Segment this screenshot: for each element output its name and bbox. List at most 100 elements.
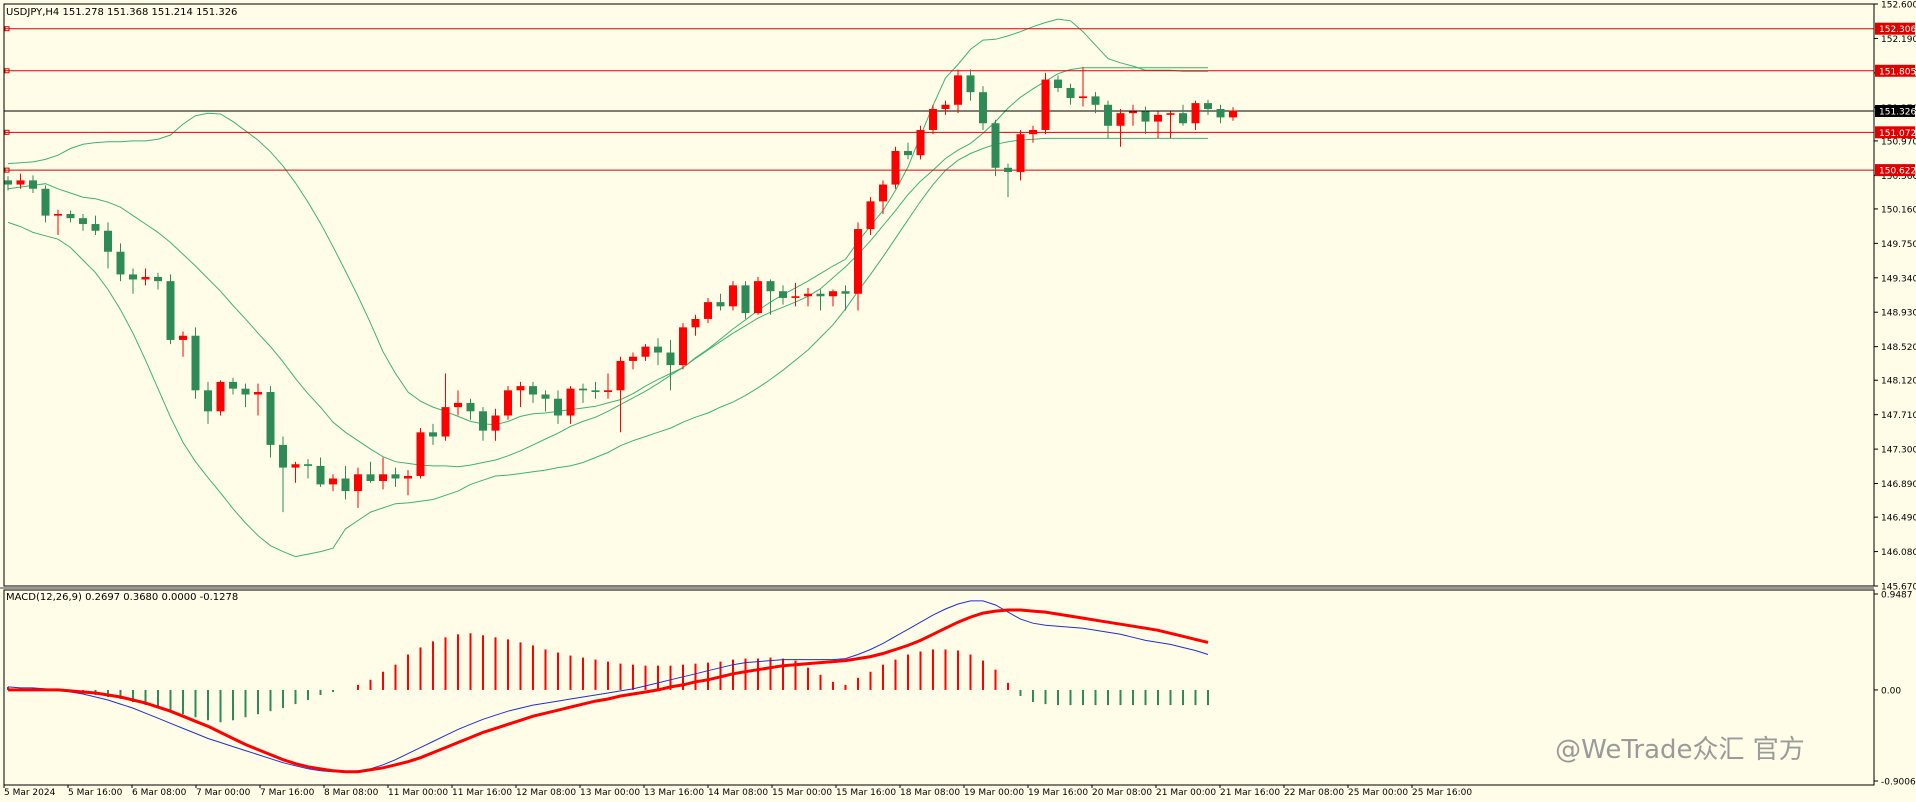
price-tick-label: 146.080 bbox=[1881, 548, 1916, 558]
price-tick-label: 149.340 bbox=[1881, 274, 1916, 284]
candle-bear bbox=[4, 180, 12, 185]
candle-bull bbox=[354, 474, 362, 492]
time-tick-label: 19 Mar 16:00 bbox=[1028, 788, 1088, 798]
candle-bull bbox=[16, 180, 25, 185]
candle-bear bbox=[1004, 167, 1012, 172]
time-tick-label: 25 Mar 00:00 bbox=[1348, 788, 1408, 798]
candle-bear bbox=[966, 75, 975, 93]
price-tick-label: 150.970 bbox=[1881, 137, 1916, 147]
time-tick-label: 12 Mar 08:00 bbox=[516, 788, 576, 798]
candle-bear bbox=[466, 402, 475, 412]
candle-bear bbox=[1054, 79, 1062, 88]
candle-bull bbox=[641, 346, 650, 357]
panel-separator bbox=[0, 587, 1874, 589]
candle-bull bbox=[754, 281, 762, 314]
candle-bear bbox=[1141, 111, 1150, 122]
candle-bull bbox=[804, 293, 812, 297]
time-tick-label: 20 Mar 08:00 bbox=[1092, 788, 1152, 798]
candle-bear bbox=[204, 390, 212, 412]
level-price-label: 151.072 bbox=[1879, 129, 1916, 139]
price-tick-label: 152.190 bbox=[1881, 35, 1916, 45]
candle-bull bbox=[1191, 103, 1200, 124]
time-tick-label: 15 Mar 16:00 bbox=[836, 788, 896, 798]
candle-bear bbox=[716, 302, 725, 307]
price-tick-label: 148.120 bbox=[1881, 377, 1916, 387]
time-tick-label: 14 Mar 08:00 bbox=[708, 788, 768, 798]
candle-bear bbox=[29, 180, 37, 189]
time-tick-label: 21 Mar 00:00 bbox=[1156, 788, 1216, 798]
time-tick-label: 21 Mar 16:00 bbox=[1220, 788, 1280, 798]
candle-bear bbox=[1091, 96, 1100, 105]
candle-bear bbox=[91, 224, 100, 231]
candle-bull bbox=[54, 213, 62, 216]
candle-bull bbox=[516, 386, 525, 391]
macd-header: MACD(12,26,9) 0.2697 0.3680 0.0000 -0.12… bbox=[6, 592, 238, 603]
candle-bull bbox=[704, 302, 712, 319]
symbol-header: USDJPY,H4 151.278 151.368 151.214 151.32… bbox=[6, 7, 237, 18]
candle-bull bbox=[829, 291, 837, 297]
chart-root: 152.600152.190151.780151.370150.970150.5… bbox=[0, 0, 1916, 798]
candle-bull bbox=[1229, 110, 1237, 118]
candle-bear bbox=[766, 281, 775, 292]
watermark: @WeTrade众汇 官方 bbox=[1555, 735, 1805, 765]
macd-tick-label: 0.00 bbox=[1881, 686, 1901, 696]
candle-bull bbox=[916, 129, 925, 156]
candle-bear bbox=[41, 188, 50, 216]
candle-bull bbox=[791, 296, 800, 298]
time-tick-label: 6 Mar 08:00 bbox=[132, 788, 187, 798]
candle-bear bbox=[741, 285, 750, 314]
macd-tick-label: 0.9487 bbox=[1881, 591, 1913, 601]
candle-bear bbox=[779, 291, 787, 298]
candle-bear bbox=[304, 464, 312, 466]
candle-bear bbox=[554, 398, 562, 416]
price-tick-label: 148.930 bbox=[1881, 309, 1916, 319]
candle-bear bbox=[541, 394, 550, 399]
candle-bull bbox=[866, 201, 875, 230]
candle-bull bbox=[1154, 114, 1162, 122]
level-price-label: 151.805 bbox=[1879, 67, 1916, 77]
candle-bear bbox=[529, 386, 537, 395]
candle-bull bbox=[879, 184, 887, 202]
candle-bull bbox=[404, 475, 412, 479]
time-tick-label: 11 Mar 16:00 bbox=[452, 788, 512, 798]
candle-bear bbox=[166, 281, 175, 340]
candle-bear bbox=[191, 335, 200, 391]
price-tick-label: 147.710 bbox=[1881, 411, 1916, 421]
price-tick-label: 147.300 bbox=[1881, 446, 1916, 456]
time-tick-label: 22 Mar 08:00 bbox=[1284, 788, 1344, 798]
time-tick-label: 7 Mar 16:00 bbox=[260, 788, 315, 798]
candle-bull bbox=[1016, 134, 1025, 172]
candle-bear bbox=[366, 474, 375, 482]
candle-bull bbox=[141, 276, 150, 280]
time-tick-label: 18 Mar 08:00 bbox=[900, 788, 960, 798]
candle-bear bbox=[579, 388, 587, 391]
candle-bull bbox=[379, 474, 387, 482]
time-tick-label: 13 Mar 16:00 bbox=[644, 788, 704, 798]
candle-bull bbox=[954, 75, 962, 105]
candle-bear bbox=[1216, 108, 1225, 118]
candle-bear bbox=[816, 293, 825, 297]
price-tick-label: 152.600 bbox=[1881, 1, 1916, 11]
time-tick-label: 13 Mar 00:00 bbox=[580, 788, 640, 798]
candle-bear bbox=[654, 346, 662, 353]
candle-bull bbox=[891, 150, 900, 185]
time-tick-label: 7 Mar 00:00 bbox=[196, 788, 251, 798]
candle-bear bbox=[479, 411, 487, 431]
price-tick-label: 150.160 bbox=[1881, 205, 1916, 215]
candle-bull bbox=[504, 390, 512, 416]
candle-bear bbox=[129, 274, 137, 280]
candle-bull bbox=[1029, 129, 1037, 135]
candle-bull bbox=[929, 108, 937, 130]
candle-bear bbox=[904, 150, 912, 156]
time-tick-label: 5 Mar 16:00 bbox=[68, 788, 123, 798]
candle-bear bbox=[341, 478, 350, 492]
price-tick-label: 146.490 bbox=[1881, 514, 1916, 524]
candle-bear bbox=[991, 123, 1000, 168]
candle-bull bbox=[1166, 113, 1175, 115]
candle-bull bbox=[1116, 113, 1125, 126]
candle-bear bbox=[841, 291, 850, 294]
candle-bull bbox=[254, 392, 262, 395]
candle-bull bbox=[216, 381, 225, 412]
candle-bear bbox=[429, 432, 437, 437]
candle-bull bbox=[729, 285, 737, 307]
